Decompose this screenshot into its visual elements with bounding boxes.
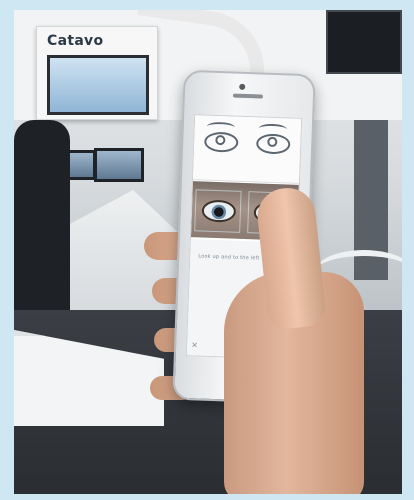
close-icon: ×: [191, 340, 199, 350]
photo: Catavo Look up and to the left ×: [14, 10, 402, 494]
booth-sign: Catavo: [36, 26, 158, 120]
background-monitor: [94, 148, 144, 182]
sketched-eye-right: [255, 133, 291, 155]
person-in-background: [14, 120, 70, 310]
sketched-brow-left: [206, 121, 235, 133]
sketched-brow-right: [258, 123, 287, 135]
booth-sign-screen: [47, 55, 149, 115]
sketched-eyes-panel: [192, 115, 302, 184]
front-camera: [239, 83, 246, 90]
booth-sign-logo: Catavo: [47, 33, 104, 49]
sketched-eye-left: [203, 131, 239, 153]
background-monitor-right: [326, 10, 402, 74]
earpiece-speaker: [232, 93, 263, 99]
